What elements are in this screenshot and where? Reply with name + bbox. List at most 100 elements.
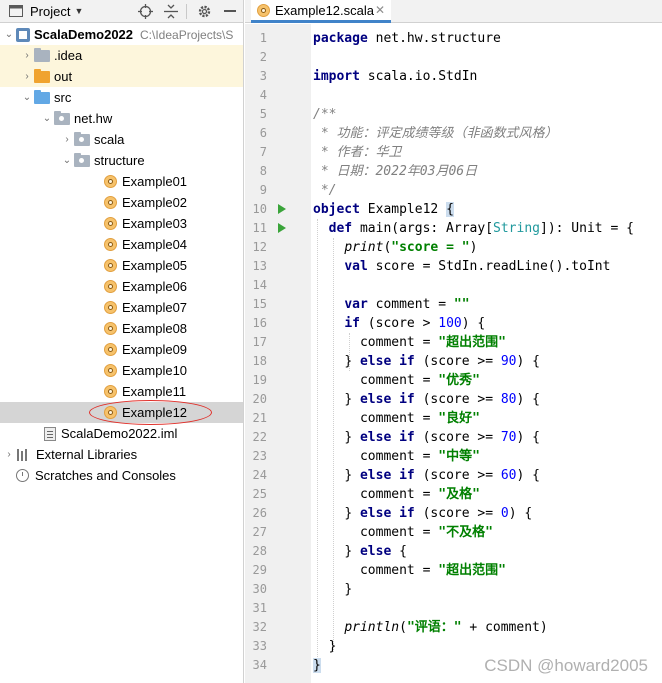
locate-icon[interactable] (137, 3, 153, 19)
tree-item-label: Example09 (122, 342, 188, 357)
tree-item-label: External Libraries (36, 447, 138, 462)
collapse-all-icon[interactable] (163, 3, 179, 19)
hide-panel-icon[interactable] (222, 3, 238, 19)
line-number: 12 (252, 240, 267, 254)
tree-item-iml[interactable]: ScalaDemo2022.iml (0, 423, 243, 444)
line-number: 33 (252, 639, 267, 653)
settings-gear-icon[interactable] (196, 3, 212, 19)
tree-item-label: Scratches and Consoles (35, 468, 176, 483)
project-toolbar: Project ▼ (0, 0, 243, 23)
package-icon (74, 153, 90, 167)
code-line-18: } else if (score >= 90) { (344, 354, 540, 369)
tree-item-idea[interactable]: › .idea (0, 45, 243, 66)
code-line-23: comment = "中等" (359, 449, 480, 464)
scala-object-icon (104, 217, 117, 230)
scala-object-icon (104, 259, 117, 272)
tree-item-example07[interactable]: Example07 (0, 297, 243, 318)
library-icon (16, 448, 30, 461)
tree-item-external-libraries[interactable]: › External Libraries (0, 444, 243, 465)
scala-object-icon (104, 343, 117, 356)
line-number: 31 (252, 601, 267, 615)
tree-item-example01[interactable]: Example01 (0, 171, 243, 192)
code-line-13: val score = StdIn.readLine().toInt (344, 259, 611, 274)
tree-item-structure[interactable]: ⌄ structure (0, 150, 243, 171)
code-line-11: def main(args: Array[String]): Unit = { (328, 221, 634, 236)
expanded-arrow-icon[interactable]: ⌄ (40, 113, 54, 124)
line-number: 20 (252, 392, 267, 406)
tree-item-example06[interactable]: Example06 (0, 276, 243, 297)
line-number: 34 (252, 658, 267, 672)
line-number: 28 (252, 544, 267, 558)
tree-item-out[interactable]: › out (0, 66, 243, 87)
scala-object-icon (104, 280, 117, 293)
scala-object-icon (104, 175, 117, 188)
tree-item-example12[interactable]: Example12 (0, 402, 243, 423)
tree-item-example04[interactable]: Example04 (0, 234, 243, 255)
expanded-arrow-icon[interactable]: ⌄ (60, 155, 74, 166)
tree-item-label: Example02 (122, 195, 188, 210)
tree-item-net-hw[interactable]: ⌄ net.hw (0, 108, 243, 129)
code-line-7: * 作者：华卫 (313, 145, 402, 160)
code-line-24: } else if (score >= 60) { (344, 468, 540, 483)
project-view-selector[interactable]: Project (30, 4, 70, 19)
scala-object-icon (104, 196, 117, 209)
tree-item-example10[interactable]: Example10 (0, 360, 243, 381)
package-icon (74, 132, 90, 146)
collapsed-arrow-icon[interactable]: › (60, 134, 74, 145)
line-number: 3 (259, 69, 267, 83)
collapsed-arrow-icon[interactable]: › (20, 50, 34, 61)
tree-item-label: Example11 (122, 384, 187, 399)
tree-item-scratches[interactable]: Scratches and Consoles (0, 465, 243, 486)
line-number: 21 (252, 411, 267, 425)
project-tree: ⌄ ScalaDemo2022 C:\IdeaProjects\S › .ide… (0, 24, 243, 486)
line-number: 32 (252, 620, 267, 634)
scala-object-icon (257, 3, 270, 17)
code-line-34: } (313, 658, 321, 673)
editor-tab[interactable]: Example12.scala ✕ (251, 0, 391, 23)
run-icon[interactable] (278, 223, 286, 233)
tree-item-label: Example01 (122, 174, 188, 189)
line-number: 30 (252, 582, 267, 596)
code-area[interactable]: package net.hw.structure import scala.io… (311, 24, 662, 683)
scala-object-icon (104, 406, 117, 419)
tree-item-example02[interactable]: Example02 (0, 192, 243, 213)
tree-item-example08[interactable]: Example08 (0, 318, 243, 339)
code-line-19: comment = "优秀" (359, 373, 480, 388)
watermark: CSDN @howard2005 (484, 656, 648, 675)
code-line-1: package net.hw.structure (313, 31, 501, 46)
code-line-33: } (328, 639, 337, 654)
tree-item-example09[interactable]: Example09 (0, 339, 243, 360)
tree-item-scala[interactable]: › scala (0, 129, 243, 150)
close-icon[interactable]: ✕ (375, 3, 385, 17)
tree-item-label: net.hw (74, 111, 113, 126)
tree-item-label: Example07 (122, 300, 188, 315)
collapsed-arrow-icon[interactable]: › (20, 71, 34, 82)
tree-item-example11[interactable]: Example11 (0, 381, 243, 402)
code-line-25: comment = "及格" (359, 487, 480, 502)
tree-item-src[interactable]: ⌄ src (0, 87, 243, 108)
chevron-down-icon[interactable]: ▼ (74, 6, 83, 16)
collapsed-arrow-icon[interactable]: › (2, 449, 16, 460)
line-number: 26 (252, 506, 267, 520)
expanded-arrow-icon[interactable]: ⌄ (20, 92, 34, 103)
fold-strip[interactable] (298, 24, 311, 683)
tree-item-label: Example05 (122, 258, 188, 273)
line-number: 9 (259, 183, 267, 197)
code-line-3: import scala.io.StdIn (313, 69, 478, 84)
line-number: 25 (252, 487, 267, 501)
code-line-16: if (score > 100) { (344, 316, 486, 331)
run-icon[interactable] (278, 204, 286, 214)
line-number: 6 (259, 126, 267, 140)
expanded-arrow-icon[interactable]: ⌄ (2, 29, 16, 40)
line-number: 5 (259, 107, 267, 121)
tree-item-example05[interactable]: Example05 (0, 255, 243, 276)
package-icon (54, 111, 70, 125)
tree-item-label: Example12 (122, 405, 188, 420)
tree-item-label: Example03 (122, 216, 188, 231)
tree-item-example03[interactable]: Example03 (0, 213, 243, 234)
scala-object-icon (104, 322, 117, 335)
code-line-32: println("评语：" + comment) (344, 620, 548, 635)
line-number: 14 (252, 278, 267, 292)
scala-object-icon (104, 385, 117, 398)
tree-item-root[interactable]: ⌄ ScalaDemo2022 C:\IdeaProjects\S (0, 24, 243, 45)
